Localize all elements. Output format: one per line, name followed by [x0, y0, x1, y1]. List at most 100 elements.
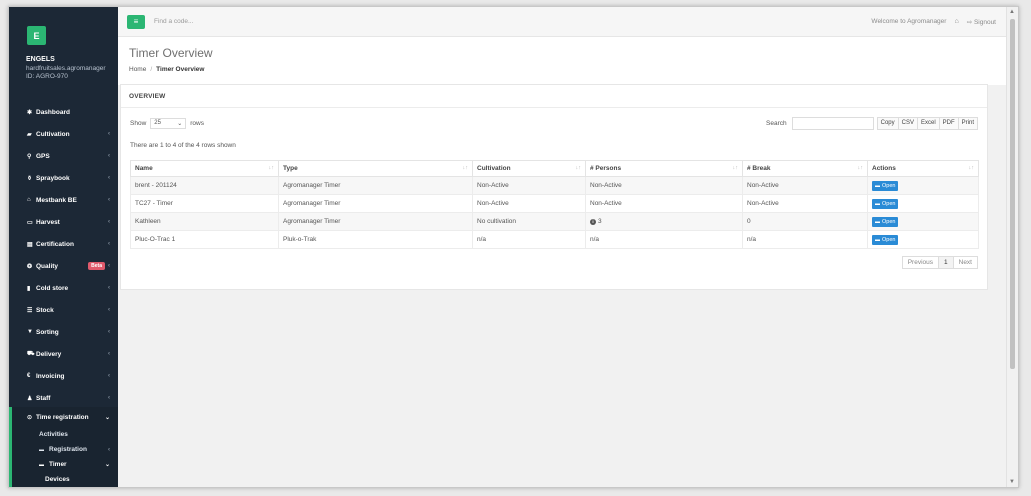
- csv-button[interactable]: CSV: [897, 116, 918, 130]
- cell-type-text: Pluk-o-Trak: [283, 236, 317, 243]
- open-button[interactable]: ▬ Open: [872, 180, 899, 191]
- info-icon[interactable]: i: [590, 219, 596, 225]
- sidebar-item-label: Dashboard: [36, 108, 70, 116]
- breadcrumb: Home / Timer Overview: [129, 66, 204, 73]
- sidebar-subitem-timer[interactable]: ▬ Timer ⌄: [12, 457, 118, 472]
- code-search-input[interactable]: Find a code...: [154, 18, 871, 25]
- chevron-left-icon: ‹: [108, 351, 110, 357]
- scroll-thumb[interactable]: [1010, 19, 1015, 369]
- sidebar-item-dashboard[interactable]: ✱ Dashboard: [9, 101, 118, 123]
- sidebar-item-certification[interactable]: ▤ Certification ‹: [9, 233, 118, 255]
- breadcrumb-home[interactable]: Home: [129, 66, 146, 73]
- open-button[interactable]: ▬ Open: [872, 198, 899, 209]
- chevron-left-icon: ‹: [108, 395, 110, 401]
- sidebar-item-gps[interactable]: ⚲ GPS ‹: [9, 145, 118, 167]
- pdf-button[interactable]: PDF: [938, 116, 959, 130]
- chevron-left-icon: ‹: [108, 307, 110, 313]
- sort-icon[interactable]: ↓↑: [269, 165, 275, 171]
- chevron-left-icon: ‹: [108, 373, 110, 379]
- sidebar-subitem-devices[interactable]: Devices: [12, 472, 118, 487]
- print-button[interactable]: Print: [957, 116, 978, 130]
- open-button[interactable]: ▬ Open: [872, 216, 899, 227]
- sort-icon[interactable]: ↓↑: [576, 165, 582, 171]
- cell-type-text: Agromanager Timer: [283, 218, 341, 225]
- spraybook-icon: ⚱: [27, 175, 33, 182]
- table-row: Kathleen Agromanager Timer No cultivation i…: [130, 212, 979, 231]
- sidebar-item-harvest[interactable]: ▭ Harvest ‹: [9, 211, 118, 233]
- copy-button[interactable]: Copy: [876, 116, 899, 130]
- page-1-button[interactable]: 1: [938, 256, 954, 269]
- sidebar-subitem-registration[interactable]: ▬ Registration ‹: [12, 442, 118, 457]
- certification-icon: ▤: [27, 241, 33, 248]
- cell-type-text: Agromanager Timer: [283, 200, 341, 207]
- page-header: Timer Overview Home / Timer Overview: [118, 37, 1006, 85]
- sidebar-item-stock[interactable]: ☰ Stock ‹: [9, 299, 118, 321]
- account-host: hardfruitsales.agromanager: [26, 65, 106, 72]
- cell-cultivation-text: Non-Active: [477, 182, 509, 189]
- delivery-icon: ⛟: [27, 351, 35, 357]
- column-header-type[interactable]: Type ↓↑: [278, 160, 473, 177]
- chevron-left-icon: ‹: [108, 446, 110, 453]
- next-page-button[interactable]: Next: [952, 256, 978, 269]
- sidebar-item-invoicing[interactable]: € Invoicing ‹: [9, 365, 118, 387]
- sidebar-item-cold-store[interactable]: ▮ Cold store ‹: [9, 277, 118, 299]
- page-scrollbar[interactable]: ▲ ▼: [1006, 7, 1018, 487]
- sort-icon[interactable]: ↓↑: [733, 165, 739, 171]
- sidebar-item-sorting[interactable]: ▼ Sorting ‹: [9, 321, 118, 343]
- sidebar-item-mestbank-be[interactable]: ⌂ Mestbank BE ‹: [9, 189, 118, 211]
- app-logo[interactable]: E: [27, 26, 46, 45]
- previous-page-button[interactable]: Previous: [901, 256, 939, 269]
- sort-icon[interactable]: ↓↑: [463, 165, 469, 171]
- folder-icon: ▬: [875, 182, 880, 189]
- sidebar-item-delivery[interactable]: ⛟ Delivery ‹: [9, 343, 118, 365]
- table-row: TC27 - Timer Agromanager Timer Non-Active N…: [130, 194, 979, 213]
- sidebar-item-label: Invoicing: [36, 372, 65, 380]
- cell-persons-text: Non-Active: [590, 200, 622, 207]
- search-label: Search: [766, 119, 787, 127]
- chevron-left-icon: ‹: [108, 131, 110, 137]
- cell-cultivation-text: No cultivation: [477, 218, 517, 225]
- sidebar-item-quality[interactable]: ❂ Quality Beta ‹: [9, 255, 118, 277]
- sidebar-subitem-activities[interactable]: Activities: [12, 427, 118, 442]
- column-header-persons[interactable]: # Persons ↓↑: [585, 160, 743, 177]
- sidebar-item-staff[interactable]: ♟ Staff ‹: [9, 387, 118, 409]
- menu-toggle-button[interactable]: ≡: [127, 14, 145, 29]
- table-row: Pluc-O-Trac 1 Pluk-o-Trak n/a n/a n/a ▬ Open: [130, 230, 979, 249]
- cell-break-text: Non-Active: [747, 200, 779, 207]
- column-header-name[interactable]: Name ↓↑: [130, 160, 279, 177]
- page-size-select[interactable]: 25 ⌄: [150, 117, 187, 129]
- cell-type: Agromanager Timer: [278, 194, 473, 213]
- cell-name: TC27 - Timer: [130, 194, 279, 213]
- stock-icon: ☰: [27, 307, 33, 314]
- scroll-down-icon[interactable]: ▼: [1009, 479, 1015, 485]
- table-search-input[interactable]: [791, 116, 874, 130]
- sidebar-item-spraybook[interactable]: ⚱ Spraybook ‹: [9, 167, 118, 189]
- column-header-cultivation[interactable]: Cultivation ↓↑: [472, 160, 586, 177]
- column-header-actions[interactable]: Actions ↓↑: [867, 160, 979, 177]
- harvest-icon: ▭: [27, 219, 33, 226]
- dashboard-icon: ✱: [27, 109, 33, 116]
- folder-open-icon: ▬: [39, 461, 44, 468]
- sorting-icon: ▼: [27, 329, 33, 335]
- excel-button[interactable]: Excel: [916, 116, 940, 130]
- sidebar-item-label: Cold store: [36, 284, 69, 292]
- cell-break: n/a: [742, 230, 868, 249]
- invoicing-icon: €: [27, 373, 31, 379]
- sidebar-item-cultivation[interactable]: ▰ Cultivation ‹: [9, 123, 118, 145]
- cell-break: Non-Active: [742, 176, 868, 195]
- cell-name-text: TC27 - Timer: [135, 200, 173, 207]
- column-header-break[interactable]: # Break ↓↑: [742, 160, 868, 177]
- cell-actions: ▬ Open: [867, 212, 979, 231]
- home-icon[interactable]: ⌂: [954, 18, 958, 25]
- signout-link[interactable]: ⇨ Signout: [967, 18, 996, 26]
- sidebar: E ENGELS hardfruitsales.agromanager ID: …: [9, 7, 118, 487]
- sort-icon[interactable]: ↓↑: [969, 165, 975, 171]
- sort-icon[interactable]: ↓↑: [858, 165, 864, 171]
- chevron-left-icon: ‹: [108, 153, 110, 159]
- sidebar-item-time-registration[interactable]: ⊙ Time registration ⌄: [12, 407, 118, 427]
- open-button[interactable]: ▬ Open: [872, 234, 899, 245]
- scroll-up-icon[interactable]: ▲: [1009, 9, 1015, 15]
- cell-persons: n/a: [585, 230, 743, 249]
- chevron-left-icon: ‹: [108, 241, 110, 247]
- sidebar-item-label: Harvest: [36, 218, 60, 226]
